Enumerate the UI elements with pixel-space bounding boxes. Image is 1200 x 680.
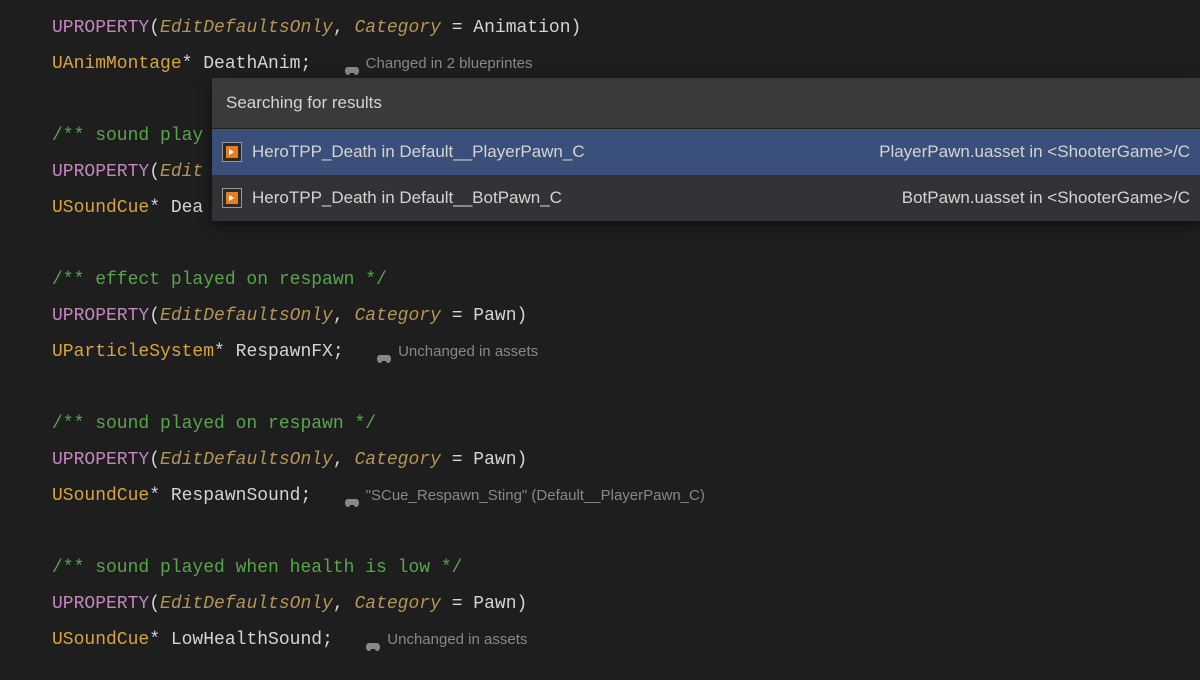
param-key: EditDefaultsOnly <box>160 442 333 478</box>
inline-hint[interactable]: "SCue_Respawn_Sting" (Default__PlayerPaw… <box>344 481 705 511</box>
code-line[interactable]: UPROPERTY(EditDefaultsOnly, Category = A… <box>52 10 1200 46</box>
identifier: DeathAnim <box>203 46 300 82</box>
gamepad-icon <box>365 634 381 646</box>
category-value: Animation <box>473 10 570 46</box>
semicolon: ; <box>322 622 365 658</box>
identifier: RespawnFX <box>236 334 333 370</box>
search-result-item[interactable]: HeroTPP_Death in Default__BotPawn_C BotP… <box>212 175 1200 221</box>
result-main-text: HeroTPP_Death in Default__PlayerPawn_C <box>252 135 585 169</box>
paren: ( <box>149 154 160 190</box>
blank-line <box>52 514 1200 550</box>
gamepad-icon <box>344 58 360 70</box>
paren: ) <box>517 442 528 478</box>
comma: , <box>333 298 355 334</box>
result-main-text: HeroTPP_Death in Default__BotPawn_C <box>252 181 562 215</box>
comma: , <box>333 10 355 46</box>
param-key: Category <box>354 298 440 334</box>
code-line[interactable]: UParticleSystem* RespawnFX; Unchanged in… <box>52 334 1200 370</box>
param-key: EditDefaultsOnly <box>160 586 333 622</box>
param-key: Category <box>354 10 440 46</box>
search-results-popup: Searching for results HeroTPP_Death in D… <box>212 78 1200 221</box>
type-token: USoundCue <box>52 622 149 658</box>
inline-hint[interactable]: Unchanged in assets <box>365 625 527 655</box>
param-key: EditDefaultsOnly <box>160 10 333 46</box>
category-value: Pawn <box>473 442 516 478</box>
inline-hint[interactable]: Changed in 2 blueprintes <box>344 49 533 79</box>
type-token: UParticleSystem <box>52 334 214 370</box>
code-line[interactable]: UPROPERTY(EditDefaultsOnly, Category = P… <box>52 442 1200 478</box>
identifier: Dea <box>171 190 203 226</box>
macro-token: UPROPERTY <box>52 442 149 478</box>
comma: , <box>333 586 355 622</box>
arrow-badge-icon <box>226 192 238 204</box>
result-path-text: BotPawn.uasset in <ShooterGame>/C <box>902 181 1190 215</box>
pointer: * <box>182 46 204 82</box>
paren: ) <box>571 10 582 46</box>
inline-hint[interactable]: Unchanged in assets <box>376 337 538 367</box>
comment-token: /** sound played on respawn */ <box>52 406 376 442</box>
code-line[interactable]: /** sound played on respawn */ <box>52 406 1200 442</box>
comma: , <box>333 442 355 478</box>
code-line[interactable]: /** effect played on respawn */ <box>52 262 1200 298</box>
equals: = <box>441 10 473 46</box>
arrow-badge-icon <box>226 146 238 158</box>
pointer: * <box>214 334 236 370</box>
search-result-item[interactable]: HeroTPP_Death in Default__PlayerPawn_C P… <box>212 129 1200 175</box>
param-key: Category <box>354 586 440 622</box>
macro-token: UPROPERTY <box>52 10 149 46</box>
macro-token: UPROPERTY <box>52 154 149 190</box>
category-value: Pawn <box>473 298 516 334</box>
code-line[interactable]: USoundCue* LowHealthSound; Unchanged in … <box>52 622 1200 658</box>
type-token: UAnimMontage <box>52 46 182 82</box>
param-key: Edit <box>160 154 203 190</box>
comment-token: /** sound played when health is low */ <box>52 550 462 586</box>
result-icon <box>222 142 242 162</box>
paren: ( <box>149 442 160 478</box>
identifier: RespawnSound <box>171 478 301 514</box>
code-line[interactable]: UAnimMontage* DeathAnim; Changed in 2 bl… <box>52 46 1200 82</box>
comment-token: /** sound play <box>52 118 203 154</box>
paren: ( <box>149 298 160 334</box>
code-line[interactable]: /** sound played when health is low */ <box>52 550 1200 586</box>
macro-token: UPROPERTY <box>52 586 149 622</box>
paren: ) <box>517 586 528 622</box>
result-path-text: PlayerPawn.uasset in <ShooterGame>/C <box>879 135 1190 169</box>
identifier: LowHealthSound <box>171 622 322 658</box>
gamepad-icon <box>376 346 392 358</box>
macro-token: UPROPERTY <box>52 298 149 334</box>
equals: = <box>441 442 473 478</box>
category-value: Pawn <box>473 586 516 622</box>
type-token: USoundCue <box>52 478 149 514</box>
semicolon: ; <box>300 478 343 514</box>
gamepad-icon <box>344 490 360 502</box>
code-line[interactable]: USoundCue* RespawnSound; "SCue_Respawn_S… <box>52 478 1200 514</box>
hint-text: Changed in 2 blueprintes <box>366 49 533 79</box>
paren: ( <box>149 10 160 46</box>
pointer: * <box>149 478 171 514</box>
param-key: EditDefaultsOnly <box>160 298 333 334</box>
paren: ( <box>149 586 160 622</box>
result-icon <box>222 188 242 208</box>
param-key: Category <box>354 442 440 478</box>
equals: = <box>441 586 473 622</box>
hint-text: "SCue_Respawn_Sting" (Default__PlayerPaw… <box>366 481 705 511</box>
code-line[interactable]: UPROPERTY(EditDefaultsOnly, Category = P… <box>52 586 1200 622</box>
semicolon: ; <box>333 334 376 370</box>
type-token: USoundCue <box>52 190 149 226</box>
hint-text: Unchanged in assets <box>387 625 527 655</box>
paren: ) <box>517 298 528 334</box>
blank-line <box>52 370 1200 406</box>
popup-header: Searching for results <box>212 78 1200 129</box>
pointer: * <box>149 190 171 226</box>
blank-line <box>52 226 1200 262</box>
code-line[interactable]: UPROPERTY(EditDefaultsOnly, Category = P… <box>52 298 1200 334</box>
pointer: * <box>149 622 171 658</box>
comment-token: /** effect played on respawn */ <box>52 262 387 298</box>
semicolon: ; <box>300 46 343 82</box>
equals: = <box>441 298 473 334</box>
hint-text: Unchanged in assets <box>398 337 538 367</box>
